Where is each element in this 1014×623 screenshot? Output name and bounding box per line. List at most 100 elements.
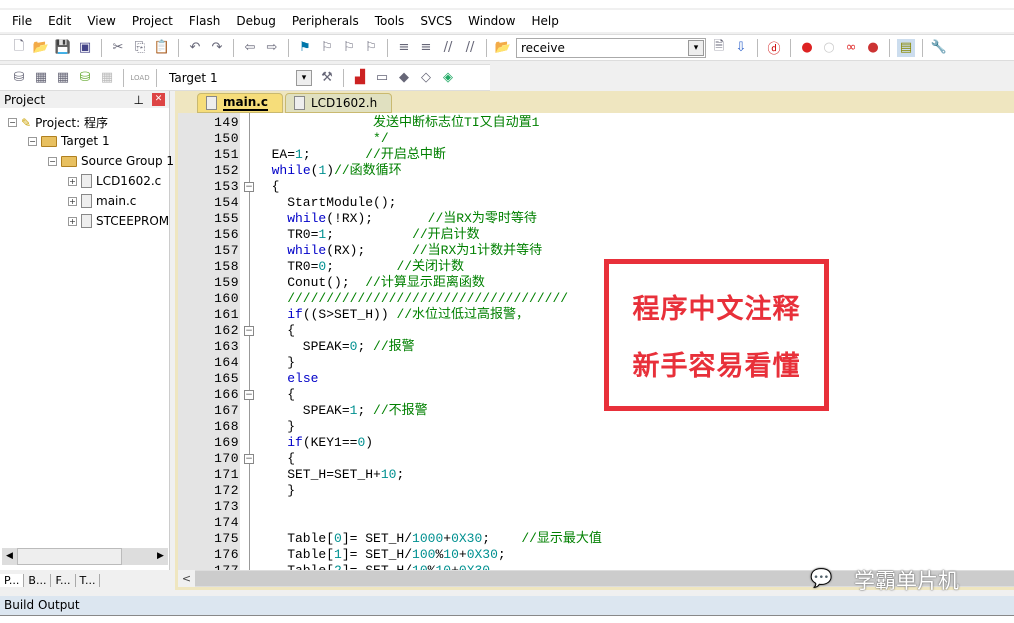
disable-all-breakpoints-icon[interactable]: ∞ bbox=[842, 39, 860, 57]
comment: //当RX为零时等待 bbox=[427, 211, 537, 226]
tree-item[interactable]: − Source Group 1 bbox=[48, 154, 174, 168]
code-text: Conut(); bbox=[256, 275, 366, 290]
code-line: EA=1; //开启总中断 bbox=[256, 147, 446, 163]
tab-main-c[interactable]: main.c bbox=[197, 93, 283, 113]
tree-item[interactable]: + LCD1602.c bbox=[68, 174, 161, 188]
menu-file[interactable]: File bbox=[4, 14, 40, 28]
manage-project-items-icon[interactable]: ▭ bbox=[373, 69, 391, 87]
indent-icon[interactable]: ≡ bbox=[395, 39, 413, 57]
save-icon[interactable]: 💾 bbox=[54, 39, 72, 57]
code-line: while(RX); //当RX为1计数并等待 bbox=[256, 243, 542, 259]
chevron-down-icon[interactable]: ▾ bbox=[688, 39, 704, 56]
download-icon[interactable]: LOAD bbox=[130, 69, 149, 87]
bookmark-icon[interactable]: ⚑ bbox=[296, 39, 314, 57]
cut-icon[interactable]: ✂ bbox=[109, 39, 127, 57]
menu-flash[interactable]: Flash bbox=[181, 14, 228, 28]
kill-breakpoints-icon[interactable]: ● bbox=[864, 39, 882, 57]
comment-icon[interactable]: // bbox=[439, 39, 457, 57]
fold-icon[interactable]: − bbox=[244, 454, 254, 464]
uncomment-icon[interactable]: // bbox=[461, 39, 479, 57]
menu-bar: File Edit View Project Flash Debug Peripherals… bbox=[0, 10, 1014, 32]
functions-tab[interactable]: F... bbox=[51, 573, 76, 587]
menu-debug[interactable]: Debug bbox=[228, 14, 283, 28]
target-select[interactable]: Target 1 ▾ bbox=[164, 67, 314, 88]
line-number: 174 bbox=[214, 515, 239, 530]
debug-session-icon[interactable]: ⓓ bbox=[765, 39, 783, 57]
templates-tab[interactable]: T... bbox=[76, 573, 101, 587]
tree-item[interactable]: + main.c bbox=[68, 194, 136, 208]
code-line: { bbox=[256, 323, 295, 339]
manage-components-icon[interactable]: ▟ bbox=[351, 69, 369, 87]
window-layout-icon[interactable]: ▤ bbox=[897, 38, 915, 57]
stop-build-icon[interactable]: ▦ bbox=[98, 69, 116, 87]
back-icon[interactable]: ⇦ bbox=[241, 39, 259, 57]
code-area[interactable]: 149 发送中断标志位TI又自动置1 150 */151 EA=1; //开启总中… bbox=[178, 113, 1014, 570]
menu-window[interactable]: Window bbox=[460, 14, 523, 28]
expand-icon[interactable]: + bbox=[68, 176, 77, 186]
redo-icon[interactable]: ↷ bbox=[208, 39, 226, 57]
code-text: ; bbox=[326, 227, 413, 242]
menu-svcs[interactable]: SVCS bbox=[412, 14, 460, 28]
undo-icon[interactable]: ↶ bbox=[186, 39, 204, 57]
rebuild-icon[interactable]: ▦ bbox=[54, 69, 72, 87]
menu-project[interactable]: Project bbox=[124, 14, 181, 28]
save-all-icon[interactable]: ▣ bbox=[76, 39, 94, 57]
rte-icon[interactable]: ◈ bbox=[439, 69, 457, 87]
collapse-icon[interactable]: − bbox=[28, 136, 37, 146]
expand-icon[interactable]: + bbox=[68, 196, 77, 206]
target-options-icon[interactable]: ⚒ bbox=[318, 69, 336, 87]
find-combo[interactable]: receive ▾ bbox=[516, 37, 706, 58]
fold-icon[interactable]: − bbox=[244, 390, 254, 400]
file-icon bbox=[81, 214, 92, 228]
batch-build-icon[interactable]: ⛁ bbox=[76, 69, 94, 87]
translate-icon[interactable]: ⛁ bbox=[10, 69, 28, 87]
fold-icon[interactable]: − bbox=[244, 326, 254, 336]
tree-item[interactable]: − ✎ Project: 程序 bbox=[8, 114, 108, 131]
find-icon[interactable]: 🗎 bbox=[710, 39, 728, 57]
scroll-left-icon[interactable]: < bbox=[178, 570, 195, 587]
disable-breakpoint-icon[interactable]: ○ bbox=[820, 39, 838, 57]
tree-item[interactable]: + STCEEPROM bbox=[68, 214, 169, 228]
incremental-find-icon[interactable]: ⇩ bbox=[732, 39, 750, 57]
expand-icon[interactable]: + bbox=[68, 216, 77, 226]
chevron-down-icon[interactable]: ▾ bbox=[296, 69, 312, 86]
prev-bookmark-icon[interactable]: ⚐ bbox=[318, 39, 336, 57]
promo-line-2: 新手容易看懂 bbox=[632, 351, 801, 382]
next-bookmark-icon[interactable]: ⚐ bbox=[340, 39, 358, 57]
tree-item[interactable]: − Target 1 bbox=[28, 134, 110, 148]
line-number: 154 bbox=[214, 195, 239, 210]
collapse-icon[interactable]: − bbox=[8, 118, 17, 127]
collapse-icon[interactable]: − bbox=[48, 156, 57, 166]
code-line: TR0=0; //关闭计数 bbox=[256, 259, 464, 275]
tab-lcd1602-h[interactable]: LCD1602.h bbox=[284, 93, 393, 113]
pack-installer-icon[interactable]: ◇ bbox=[417, 69, 435, 87]
menu-view[interactable]: View bbox=[79, 14, 123, 28]
line-number: 156 bbox=[214, 227, 239, 242]
code-text: SET_H=SET_H+ bbox=[256, 467, 381, 482]
find-in-files-icon[interactable]: 📂 bbox=[494, 39, 512, 57]
project-hscrollbar[interactable]: ◀ ▶ bbox=[2, 548, 168, 565]
number: 0X30 bbox=[459, 563, 490, 570]
project-tab[interactable]: P... bbox=[0, 573, 25, 587]
menu-tools[interactable]: Tools bbox=[367, 14, 413, 28]
code-text: ; bbox=[482, 531, 522, 546]
configure-icon[interactable]: 🔧 bbox=[930, 39, 948, 57]
unindent-icon[interactable]: ≡ bbox=[417, 39, 435, 57]
menu-peripherals[interactable]: Peripherals bbox=[284, 14, 367, 28]
breakpoint-icon[interactable]: ● bbox=[798, 39, 816, 57]
paste-icon[interactable]: 📋 bbox=[153, 39, 171, 57]
select-packs-icon[interactable]: ◆ bbox=[395, 69, 413, 87]
open-icon[interactable]: 📂 bbox=[32, 39, 50, 57]
build-icon[interactable]: ▦ bbox=[32, 69, 50, 87]
line-number: 159 bbox=[214, 275, 239, 290]
close-icon[interactable]: ✕ bbox=[152, 93, 165, 106]
clear-bookmarks-icon[interactable]: ⚐ bbox=[362, 39, 380, 57]
pin-icon[interactable]: ⊥ bbox=[134, 93, 144, 107]
books-tab[interactable]: B... bbox=[24, 573, 52, 587]
forward-icon[interactable]: ⇨ bbox=[263, 39, 281, 57]
menu-help[interactable]: Help bbox=[523, 14, 566, 28]
copy-icon[interactable]: ⎘ bbox=[131, 39, 149, 57]
fold-icon[interactable]: − bbox=[244, 182, 254, 192]
new-file-icon[interactable]: 🗋 bbox=[10, 39, 28, 57]
menu-edit[interactable]: Edit bbox=[40, 14, 79, 28]
